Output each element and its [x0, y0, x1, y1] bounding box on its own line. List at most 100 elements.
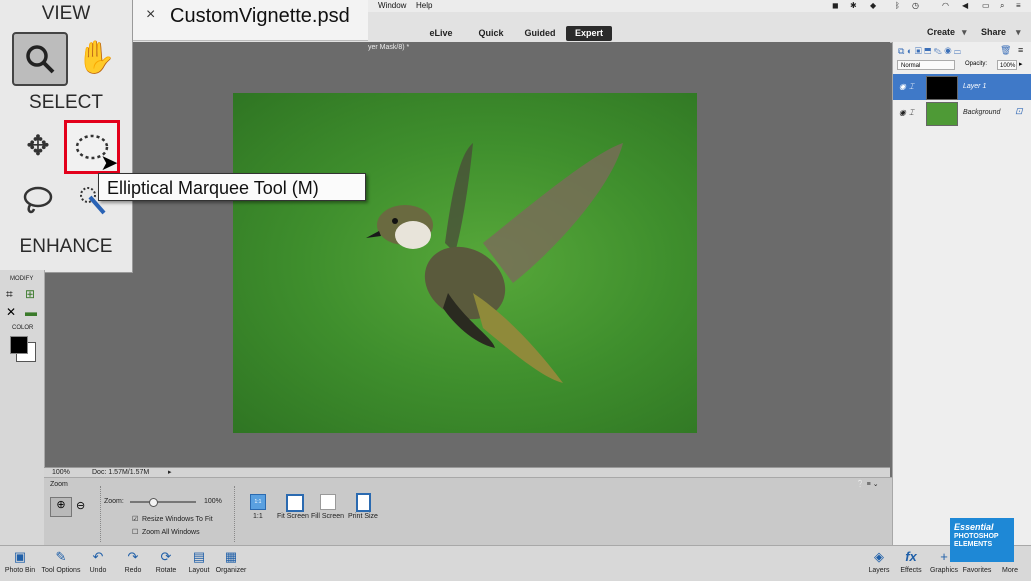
- recompose-icon[interactable]: ⊞: [25, 287, 35, 301]
- view-section-label: VIEW: [41, 3, 91, 24]
- share-button[interactable]: Share: [981, 27, 1006, 37]
- create-dropdown-icon[interactable]: ▾: [962, 27, 967, 38]
- task-bar: ▣ Photo Bin ✎ Tool Options ↶ Undo ↷ Redo ⟳ Ro…: [0, 545, 1031, 581]
- hummingbird-image: [366, 143, 623, 383]
- organizer-button[interactable]: ▦ Organizer: [206, 548, 256, 575]
- move-icon: ✥: [26, 129, 50, 161]
- magnifier-icon: [26, 45, 55, 74]
- layer-row-background[interactable]: ◉ ⌶ Background ⊡: [893, 100, 1031, 126]
- fit-screen-label: Fit Screen: [277, 513, 309, 520]
- fill-screen-button[interactable]: [320, 494, 336, 510]
- zoom-slider-thumb[interactable]: [149, 498, 159, 507]
- logo-line1: Essential: [954, 522, 994, 532]
- color-section-label: COLOR: [12, 325, 34, 331]
- zoom-label: Zoom:: [104, 498, 124, 505]
- wifi-icon[interactable]: ◠: [942, 1, 949, 10]
- mode-elive[interactable]: eLive: [420, 26, 462, 41]
- fill-screen-label: Fill Screen: [311, 513, 345, 520]
- essential-photoshop-elements-logo: Essential PHOTOSHOP ELEMENTS: [950, 518, 1014, 562]
- organizer-icon: ▦: [224, 549, 238, 564]
- status-menu-arrow-icon[interactable]: ▸: [168, 468, 172, 476]
- straighten-icon[interactable]: ▬: [25, 305, 37, 319]
- layer-row-layer-1[interactable]: ◉ ⌶ Layer 1: [893, 74, 1031, 100]
- clock-icon[interactable]: ◷: [912, 1, 919, 10]
- bluetooth-status-icon[interactable]: ᛒ: [895, 1, 900, 10]
- photo-bin-icon: ▣: [13, 549, 27, 564]
- lasso-tool-button[interactable]: [12, 176, 64, 226]
- layer-name: Layer 1: [963, 83, 987, 90]
- move-tool-button[interactable]: ✥: [12, 120, 64, 170]
- zoom-slider[interactable]: [130, 498, 196, 507]
- layer-thumbnail: [926, 76, 958, 100]
- battery-icon[interactable]: ▭: [982, 1, 990, 10]
- share-dropdown-icon[interactable]: ▾: [1016, 27, 1021, 38]
- foreground-color-swatch[interactable]: [10, 336, 28, 354]
- tool-options-icon: ✎: [55, 549, 67, 564]
- lasso-icon: [23, 186, 53, 214]
- layer-actions-icons[interactable]: ⧉ ◐ ▣ ⬒ ✎ ◉ ▭: [898, 46, 961, 57]
- document-title: CustomVignette.psd: [170, 5, 350, 27]
- link-icon[interactable]: ⌶: [909, 108, 914, 118]
- panel-menu-icon[interactable]: ≡: [1018, 45, 1023, 55]
- logo-line3: ELEMENTS: [954, 541, 993, 548]
- visibility-eye-icon[interactable]: ◉: [899, 82, 906, 91]
- redo-label: Redo: [124, 567, 142, 574]
- zoom-all-windows-label: Zoom All Windows: [142, 529, 200, 536]
- create-button[interactable]: Create: [927, 27, 955, 37]
- mode-expert[interactable]: Expert: [566, 26, 612, 41]
- opacity-arrow-icon[interactable]: ▸: [1019, 60, 1023, 68]
- layers-icon: ◈: [874, 549, 884, 564]
- mouse-cursor-icon: ➤: [100, 150, 119, 175]
- content-aware-move-icon[interactable]: ✕: [6, 305, 16, 319]
- actual-pixels-button[interactable]: 1:1: [250, 494, 266, 510]
- layer-name: Background: [963, 109, 1001, 116]
- zoom-in-button[interactable]: ⊕: [50, 497, 72, 517]
- zoom-out-icon[interactable]: ⊖: [76, 499, 85, 512]
- layout-icon: ▤: [192, 549, 206, 564]
- actual-pixels-label: 1:1: [253, 513, 263, 520]
- logo-line2: PHOTOSHOP: [954, 533, 999, 540]
- spotlight-icon[interactable]: ⌕: [1000, 1, 1004, 11]
- close-tab-icon[interactable]: ×: [146, 6, 155, 24]
- organizer-label: Organizer: [215, 567, 247, 574]
- undo-label: Undo: [89, 567, 107, 574]
- resize-windows-label: Resize Windows To Fit: [142, 516, 213, 523]
- hummingbird-photo[interactable]: [233, 93, 697, 433]
- notifications-icon[interactable]: ≡: [1016, 1, 1021, 10]
- zoom-all-windows-checkbox[interactable]: ☐: [132, 528, 138, 536]
- link-icon[interactable]: ⌶: [909, 82, 914, 92]
- hand-tool-button[interactable]: ✋: [70, 32, 122, 82]
- volume-icon[interactable]: ◀: [962, 1, 968, 10]
- mode-quick[interactable]: Quick: [470, 26, 512, 41]
- modify-section-label: MODIFY: [10, 276, 34, 282]
- dropbox-icon[interactable]: ◆: [870, 1, 876, 10]
- toolbox-strip: MODIFY ⌗ ⊞ ✕ ▬ COLOR: [0, 270, 45, 546]
- tool-options-title: Zoom: [50, 481, 68, 488]
- menu-window[interactable]: Window: [378, 1, 406, 10]
- layer-thumbnail: [926, 102, 958, 126]
- opacity-field[interactable]: 100%: [997, 60, 1017, 70]
- rotate-icon: ⟳: [160, 549, 172, 564]
- effects-icon: fx: [905, 549, 917, 564]
- delete-layer-icon[interactable]: 🗑: [1000, 45, 1011, 56]
- options-divider: [234, 486, 236, 542]
- enhance-section-label: ENHANCE: [19, 236, 113, 257]
- visibility-eye-icon[interactable]: ◉: [899, 108, 906, 117]
- resize-windows-checkbox[interactable]: ☑: [132, 515, 138, 523]
- print-size-button[interactable]: [356, 493, 371, 512]
- print-size-label: Print Size: [348, 513, 378, 520]
- fit-screen-button[interactable]: [286, 494, 304, 512]
- camera-icon[interactable]: ◼: [832, 1, 839, 10]
- bluetooth-icon[interactable]: ✱: [850, 1, 857, 10]
- options-divider: [100, 486, 102, 542]
- document-tab[interactable]: × CustomVignette.psd: [132, 0, 368, 41]
- status-zoom[interactable]: 100%: [52, 469, 70, 476]
- blend-mode-select[interactable]: Normal: [897, 60, 955, 70]
- status-doc-size: Doc: 1.57M/1.57M: [92, 469, 150, 476]
- mode-guided[interactable]: Guided: [518, 26, 562, 41]
- menu-help[interactable]: Help: [416, 1, 432, 10]
- help-icon[interactable]: ❔ ≡ ⌄: [856, 480, 879, 488]
- crop-icon[interactable]: ⌗: [6, 287, 13, 302]
- zoom-tool-button[interactable]: [12, 32, 68, 86]
- document-tab-suffix[interactable]: yer Mask/8) *: [368, 44, 409, 51]
